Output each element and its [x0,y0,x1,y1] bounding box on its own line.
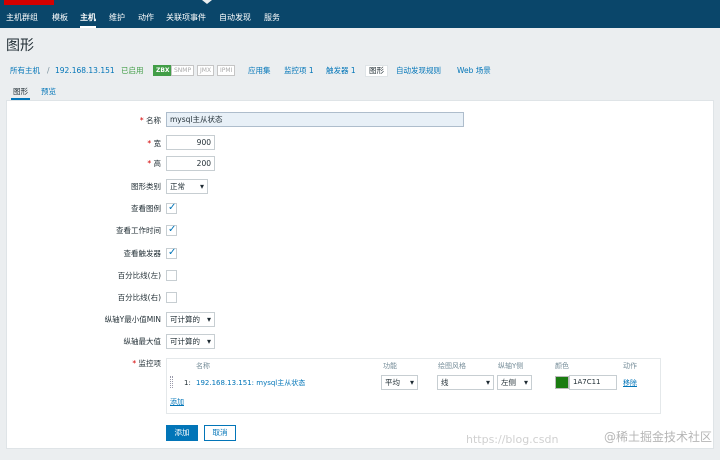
nav-host-groups[interactable]: 主机群组 [6,13,38,23]
show-work-period-checkbox[interactable] [166,224,177,236]
badge-jmx: JMX [197,65,215,76]
ymin-label: 纵轴Y最小值MIN [104,315,161,324]
link-web-scenarios[interactable]: Web 场景 [457,66,491,76]
percentile-left-checkbox[interactable] [166,270,177,281]
logo [4,0,54,5]
breadcrumb-all-hosts[interactable]: 所有主机 [10,66,40,76]
breadcrumb-separator: / [47,66,50,75]
width-input[interactable]: 900 [166,135,215,150]
add-button[interactable]: 添加 [166,425,198,441]
items-header-style: 绘图风格 [438,362,466,370]
tab-preview[interactable]: 预览 [41,87,56,97]
nav-pointer [202,0,212,4]
ymax-select[interactable]: 可计算的 [166,334,215,349]
drag-handle-icon[interactable] [170,376,173,388]
link-items[interactable]: 监控项 1 [284,66,314,76]
tab-graph[interactable]: 图形 [11,87,30,100]
items-header-name: 名称 [196,362,210,370]
items-header-color: 颜色 [555,362,569,370]
items-header-action: 动作 [623,362,637,370]
watermark-site: https://blog.csdn [466,433,559,446]
width-label-text: 宽 [153,139,162,148]
show-legend-label: 查看图例 [131,204,161,213]
top-navigation: 主机群组 模板 主机 维护 动作 关联项事件 自动发现 服务 [0,0,720,28]
percentile-right-checkbox[interactable] [166,292,177,303]
show-work-period-label: 查看工作时间 [116,226,161,235]
ymin-select[interactable]: 可计算的 [166,312,215,327]
item-remove-link[interactable]: 移除 [623,379,637,388]
show-triggers-checkbox[interactable] [166,247,177,259]
graph-type-select[interactable]: 正常 [166,179,208,194]
show-triggers-label: 查看触发器 [123,249,162,258]
host-status: 已启用 [121,66,144,75]
nav-hosts[interactable]: 主机 [80,13,96,28]
badge-zbx: ZBX [153,65,173,76]
link-graphs[interactable]: 图形 [365,65,388,77]
link-applications[interactable]: 应用集 [248,66,271,76]
link-discovery-rules[interactable]: 自动发现规则 [396,66,441,76]
item-row-name[interactable]: 192.168.13.151: mysql主从状态 [196,379,305,388]
badge-snmp: SNMP [171,65,195,76]
page-title: 图形 [6,38,34,54]
link-triggers[interactable]: 触发器 1 [326,66,356,76]
required-mark: * [147,159,152,168]
badge-ipmi: IPMI [217,65,236,76]
item-color-input[interactable]: 1A7C11 [569,375,617,390]
ymax-label: 纵轴最大值 [123,337,162,346]
show-legend-checkbox[interactable] [166,202,177,214]
watermark: @稀土掘金技术社区 [603,430,712,444]
nav-maintenance[interactable]: 维护 [109,13,125,23]
graph-type-label: 图形类别 [131,182,161,191]
items-label: * 监控项 [132,359,161,369]
percentile-left-label: 百分比线(左) [117,271,161,280]
nav-correlation[interactable]: 关联项事件 [166,13,206,23]
width-label: * 宽 [147,139,161,149]
breadcrumb-host[interactable]: 192.168.13.151 [55,66,115,76]
items-label-text: 监控项 [138,359,162,368]
item-style-select[interactable]: 线 [437,375,494,390]
height-label: * 高 [147,159,161,169]
name-label-text: 名称 [146,116,161,125]
nav-templates[interactable]: 模板 [52,13,68,23]
nav-discovery[interactable]: 自动发现 [219,13,251,23]
name-label: * 名称 [140,116,161,126]
percentile-right-label: 百分比线(右) [117,293,161,302]
nav-services[interactable]: 服务 [264,13,280,23]
item-function-select[interactable]: 平均 [381,375,418,390]
item-add-link[interactable]: 添加 [170,398,184,407]
required-mark: * [139,116,144,125]
cancel-button[interactable]: 取消 [204,425,236,441]
height-label-text: 高 [153,159,162,168]
items-header-axis: 纵轴Y侧 [498,362,524,370]
item-row-index: 1: [184,379,191,387]
item-axis-select[interactable]: 左侧 [497,375,532,390]
height-input[interactable]: 200 [166,156,215,171]
nav-actions[interactable]: 动作 [138,13,154,23]
name-input[interactable]: mysql主从状态 [166,112,464,127]
required-mark: * [132,359,137,368]
required-mark: * [147,139,152,148]
items-header-function: 功能 [383,362,397,370]
item-color-swatch[interactable] [555,376,569,389]
